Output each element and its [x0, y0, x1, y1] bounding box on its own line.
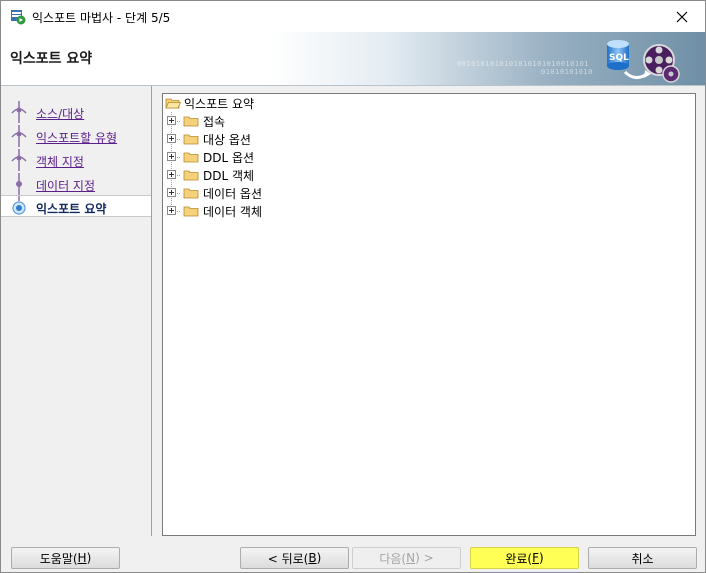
- step-done-icon: [11, 149, 27, 171]
- next-label: 다음(: [379, 551, 407, 566]
- step-current-icon: [12, 196, 26, 215]
- tree-node-label: 데이터 객체: [203, 205, 263, 219]
- tree-node-label: 대상 옵션: [203, 133, 251, 147]
- cancel-label: 취소: [631, 551, 654, 566]
- cancel-button[interactable]: 취소: [588, 547, 697, 569]
- folder-icon: [183, 188, 199, 199]
- folder-icon: [183, 206, 199, 217]
- nav-step-specify-data[interactable]: 데이터 지정: [1, 173, 151, 195]
- help-mnemonic: H: [77, 551, 87, 565]
- expand-plus-icon[interactable]: [167, 170, 176, 179]
- open-folder-icon: [165, 98, 181, 109]
- title-bar: 익스포트 마법사 - 단계 5/5: [1, 1, 705, 32]
- nav-step-label[interactable]: 익스포트할 유형: [36, 129, 117, 146]
- header-banner: 익스포트 요약 0010101010101010101010010101 010…: [1, 32, 705, 86]
- folder-icon: [183, 116, 199, 127]
- expand-plus-icon[interactable]: [167, 188, 176, 197]
- tree-node-label: 익스포트 요약: [184, 97, 255, 111]
- expand-plus-icon[interactable]: [167, 152, 176, 161]
- banner-binary-decoration-2: 01010101010: [541, 68, 593, 76]
- step-done-icon: [16, 173, 22, 195]
- window-title: 익스포트 마법사 - 단계 5/5: [32, 11, 171, 25]
- back-button[interactable]: < 뒤로(B): [240, 547, 349, 569]
- page-title: 익스포트 요약: [10, 51, 93, 67]
- nav-step-export-summary[interactable]: 익스포트 요약: [1, 195, 151, 217]
- tree-node-label: DDL 객체: [203, 169, 255, 183]
- nav-step-label[interactable]: 소스/대상: [36, 105, 84, 122]
- step-done-icon: [11, 125, 27, 147]
- nav-step-label[interactable]: 데이터 지정: [36, 177, 95, 194]
- tree-node-label: 접속: [203, 115, 226, 129]
- tree-node-label: 데이터 옵션: [203, 187, 263, 201]
- finish-label: 완료(: [505, 551, 533, 566]
- help-button[interactable]: 도움말(H): [11, 547, 120, 569]
- next-mnemonic: N: [406, 551, 416, 565]
- finish-label-tail: ): [538, 551, 544, 565]
- nav-step-label[interactable]: 익스포트 요약: [36, 200, 106, 217]
- expand-plus-icon[interactable]: [167, 116, 176, 125]
- folder-icon: [183, 152, 199, 163]
- nav-step-export-types[interactable]: 익스포트할 유형: [1, 125, 151, 147]
- finish-mnemonic: F: [532, 551, 539, 565]
- step-done-icon: [11, 101, 27, 123]
- back-mnemonic: B: [308, 551, 317, 565]
- help-label: 도움말(: [39, 551, 78, 566]
- folder-icon: [183, 134, 199, 145]
- expand-plus-icon[interactable]: [167, 206, 176, 215]
- folder-icon: [183, 170, 199, 181]
- next-button[interactable]: 다음(N) >: [352, 547, 461, 569]
- wizard-step-nav: 소스/대상 익스포트할 유형 객체 지정 데이터 지정 익스포트 요약: [1, 86, 152, 536]
- next-label-tail: ) >: [415, 551, 434, 565]
- wizard-window: 익스포트 마법사 - 단계 5/5 익스포트 요약 00101010101010…: [0, 0, 706, 573]
- sql-export-graphic-icon: SQL: [607, 40, 680, 83]
- tree-node-label: DDL 옵션: [203, 151, 255, 165]
- back-label-tail: ): [316, 551, 322, 565]
- close-icon: [676, 11, 688, 22]
- help-label-tail: ): [86, 551, 92, 565]
- banner-binary-decoration: 0010101010101010101010010101: [457, 60, 590, 68]
- app-export-icon: [11, 10, 26, 25]
- nav-step-specify-objects[interactable]: 객체 지정: [1, 149, 151, 171]
- nav-step-label[interactable]: 객체 지정: [36, 153, 84, 170]
- svg-text:SQL: SQL: [609, 53, 629, 63]
- nav-step-source-target[interactable]: 소스/대상: [1, 101, 151, 123]
- summary-tree[interactable]: 익스포트 요약 접속 대상 옵션 DDL 옵션 DDL 객체 데이터 옵션 데이…: [162, 93, 696, 536]
- finish-button[interactable]: 완료(F): [470, 547, 579, 569]
- back-label: < 뒤로(: [267, 551, 309, 566]
- close-button[interactable]: [659, 1, 705, 32]
- expand-plus-icon[interactable]: [167, 134, 176, 143]
